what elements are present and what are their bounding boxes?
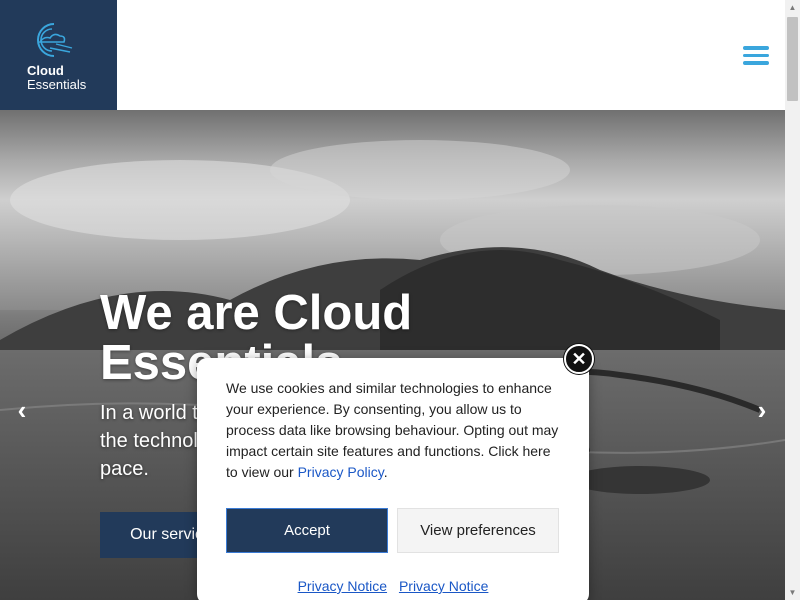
privacy-notice-link[interactable]: Privacy Notice (399, 578, 488, 594)
hero-title-line1: We are Cloud (100, 286, 413, 340)
scrollbar[interactable]: ▲ ▼ (785, 0, 800, 600)
privacy-notice-link[interactable]: Privacy Notice (298, 578, 387, 594)
logo[interactable]: Cloud Essentials (0, 0, 117, 110)
chevron-right-icon[interactable]: › (752, 397, 772, 423)
cookie-consent-text: We use cookies and similar technologies … (226, 378, 566, 483)
cookie-text: We use cookies and similar technologies … (226, 380, 559, 480)
accept-button[interactable]: Accept (226, 508, 388, 553)
cookie-footer-links: Privacy Notice Privacy Notice (197, 578, 589, 594)
cookie-consent-dialog: ✕ We use cookies and similar technologie… (197, 344, 594, 600)
site-header: Cloud Essentials (0, 0, 785, 110)
hamburger-menu-icon[interactable] (743, 46, 769, 66)
view-preferences-button[interactable]: View preferences (397, 508, 559, 553)
scroll-down-icon[interactable]: ▼ (785, 585, 800, 600)
close-icon[interactable]: ✕ (564, 344, 594, 374)
logo-line2: Essentials (27, 77, 87, 92)
scroll-up-icon[interactable]: ▲ (785, 0, 800, 15)
chevron-left-icon[interactable]: ‹ (12, 397, 32, 423)
page: Cloud Essentials We are Cloud In a world… (0, 0, 800, 600)
logo-text: Cloud Essentials (27, 64, 86, 92)
privacy-policy-link[interactable]: Privacy Policy (298, 464, 384, 480)
cloud-essentials-logo-icon (37, 23, 73, 57)
cookie-text-end: . (383, 464, 388, 480)
logo-line1: Cloud (27, 63, 64, 78)
scrollbar-thumb[interactable] (787, 17, 798, 101)
